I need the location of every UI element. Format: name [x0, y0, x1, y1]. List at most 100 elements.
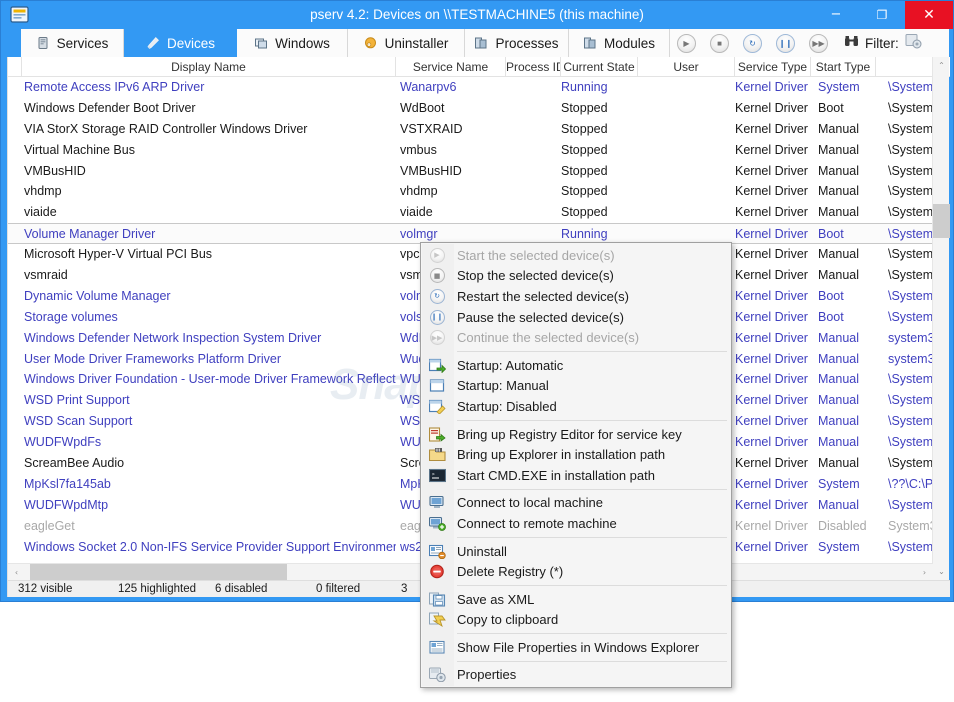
menu-item-properties[interactable]: Properties [421, 665, 731, 686]
menu-item-copy-to-clipboard[interactable]: Copy to clipboard [421, 610, 731, 631]
stop-icon: ■ [421, 268, 453, 284]
scroll-left-icon[interactable]: ‹ [8, 564, 25, 581]
tab-modules[interactable]: Modules [569, 29, 670, 57]
menu-item-label: Pause the selected device(s) [457, 309, 624, 325]
menu-item-restart-the-selected-device-s[interactable]: ↻ Restart the selected device(s) [421, 286, 731, 307]
modules-icon [583, 36, 597, 50]
menu-item-bring-up-explorer-in-installation-path[interactable]: Bring up Explorer in installation path [421, 444, 731, 465]
menu-item-bring-up-registry-editor-for-service-key[interactable]: Bring up Registry Editor for service key [421, 424, 731, 445]
menu-item-delete-registry[interactable]: Delete Registry (*) [421, 561, 731, 582]
menu-item-connect-to-local-machine[interactable]: Connect to local machine [421, 493, 731, 514]
copy-clipboard-icon [421, 612, 453, 628]
status-item: 3 [401, 583, 408, 595]
tab-windows[interactable]: Windows [237, 29, 348, 57]
toolbar-play-icon[interactable]: ▶ [677, 33, 696, 53]
cell-name: User Mode Driver Frameworks Platform Dri… [24, 351, 281, 366]
column-header-process-id[interactable]: Process ID [506, 57, 561, 77]
cell-service: VMBusHID [400, 163, 462, 178]
column-header-current-state[interactable]: Current State [561, 57, 638, 77]
table-row[interactable]: viaide viaide Stopped Kernel Driver Manual \S… [8, 202, 933, 223]
cell-start: Manual [818, 414, 859, 429]
close-button[interactable]: ✕ [905, 1, 953, 29]
menu-item-startup-manual[interactable]: Startup: Manual [421, 376, 731, 397]
cell-state: Stopped [561, 121, 608, 136]
column-header-user[interactable]: User [638, 57, 735, 77]
maximize-button[interactable]: ❐ [859, 1, 905, 29]
column-header-blank[interactable] [876, 57, 933, 77]
context-menu[interactable]: ▶ Start the selected device(s) ■ Stop the s… [420, 242, 732, 689]
cell-user [638, 140, 728, 161]
filter-label: Filter: [865, 35, 899, 51]
title-bar[interactable]: pserv 4.2: Devices on \\TESTMACHINE5 (th… [1, 1, 953, 29]
cell-stype: Kernel Driver [735, 247, 808, 262]
tab-processes[interactable]: Processes [465, 29, 569, 57]
cell-state: Stopped [561, 205, 608, 220]
column-header-start-type[interactable]: Start Type [811, 57, 876, 77]
menu-item-connect-to-remote-machine[interactable]: Connect to remote machine [421, 513, 731, 534]
cell-name: Virtual Machine Bus [24, 142, 135, 157]
table-row[interactable]: Virtual Machine Bus vmbus Stopped Kernel Dr… [8, 140, 933, 161]
menu-item-stop-the-selected-device-s[interactable]: ■ Stop the selected device(s) [421, 266, 731, 287]
cell-user [638, 181, 728, 202]
cell-name: MpKsl7fa145ab [24, 476, 111, 491]
cell-name: Dynamic Volume Manager [24, 288, 171, 303]
menu-item-uninstall[interactable]: Uninstall [421, 541, 731, 562]
scroll-up-icon[interactable]: ⌃ [933, 57, 950, 74]
playback-toolbar: ▶ ■ ↻ ❙❙ ▶▶ [670, 29, 844, 57]
column-header-service-type[interactable]: Service Type [735, 57, 811, 77]
cell-start: Manual [818, 330, 859, 345]
minimize-button[interactable]: − [813, 1, 859, 29]
cell-name: vhdmp [24, 184, 62, 199]
cell-path: \SystemRo [888, 372, 933, 387]
table-row[interactable]: VIA StorX Storage RAID Controller Window… [8, 119, 933, 140]
table-row[interactable]: VMBusHID VMBusHID Stopped Kernel Driver Manu… [8, 161, 933, 182]
column-header-display-name[interactable]: Display Name [22, 57, 396, 77]
table-row[interactable]: Windows Defender Boot Driver WdBoot Stoppe… [8, 98, 933, 119]
vertical-scrollbar[interactable]: ⌃ ⌄ [932, 57, 950, 580]
tab-label: Devices [166, 35, 215, 51]
restart-icon: ↻ [421, 288, 453, 304]
menu-item-startup-disabled[interactable]: Startup: Disabled [421, 396, 731, 417]
menu-item-label: Stop the selected device(s) [457, 268, 614, 284]
restart-glyph: ↻ [749, 38, 756, 48]
cell-start: Manual [818, 121, 859, 136]
menu-item-label: Bring up Registry Editor for service key [457, 426, 682, 442]
menu-item-pause-the-selected-device-s[interactable]: ❙❙ Pause the selected device(s) [421, 307, 731, 328]
cell-start: Boot [818, 227, 844, 242]
scroll-down-icon[interactable]: ⌄ [933, 563, 950, 580]
cell-name: Windows Defender Boot Driver [24, 100, 196, 115]
horizontal-scroll-thumb[interactable] [30, 564, 287, 581]
menu-item-start-cmd-exe-in-installation-path[interactable]: > Start CMD.EXE in installation path [421, 465, 731, 486]
tab-services[interactable]: Services [21, 29, 124, 57]
cell-stype: Kernel Driver [735, 372, 808, 387]
toolbar-restart-icon[interactable]: ↻ [743, 33, 762, 53]
tab-uninstaller[interactable]: c Uninstaller [348, 29, 465, 57]
table-row[interactable]: Remote Access IPv6 ARP Driver Wanarpv6 Run… [8, 77, 933, 98]
menu-item-save-as-xml[interactable]: Save as XML [421, 589, 731, 610]
wrench-icon [146, 36, 160, 50]
table-row[interactable]: Volume Manager Driver volmgr Running Kernel… [8, 223, 933, 245]
uninstall-icon [421, 544, 453, 559]
tab-devices[interactable]: Devices [124, 29, 237, 57]
cell-path: \??\C:\Prog [888, 476, 933, 491]
cell-stype: Kernel Driver [735, 497, 808, 512]
menu-item-show-file-properties-in-windows-explorer[interactable]: Show File Properties in Windows Explorer [421, 637, 731, 658]
scroll-right-icon[interactable]: › [916, 564, 933, 581]
cell-service: vmbus [400, 142, 437, 157]
column-header-gutter [8, 57, 22, 77]
filter-gear-icon[interactable] [905, 33, 922, 54]
cell-path: \SystemRo [888, 435, 933, 450]
cell-path: \SystemRo [888, 247, 933, 262]
cell-stype: Kernel Driver [735, 393, 808, 408]
vertical-scroll-thumb[interactable] [933, 204, 950, 238]
toolbar-pause-icon[interactable]: ❙❙ [776, 33, 795, 53]
cell-stype: Kernel Driver [735, 414, 808, 429]
cell-start: Disabled [818, 518, 867, 533]
toolbar-stop-icon[interactable]: ■ [710, 33, 729, 53]
column-header-service-name[interactable]: Service Name [396, 57, 506, 77]
menu-item-startup-automatic[interactable]: Startup: Automatic [421, 355, 731, 376]
play-glyph: ▶ [683, 38, 690, 48]
toolbar-continue-icon[interactable]: ▶▶ [809, 33, 828, 53]
table-row[interactable]: vhdmp vhdmp Stopped Kernel Driver Manual \Sys… [8, 181, 933, 202]
cell-pid [506, 140, 558, 161]
